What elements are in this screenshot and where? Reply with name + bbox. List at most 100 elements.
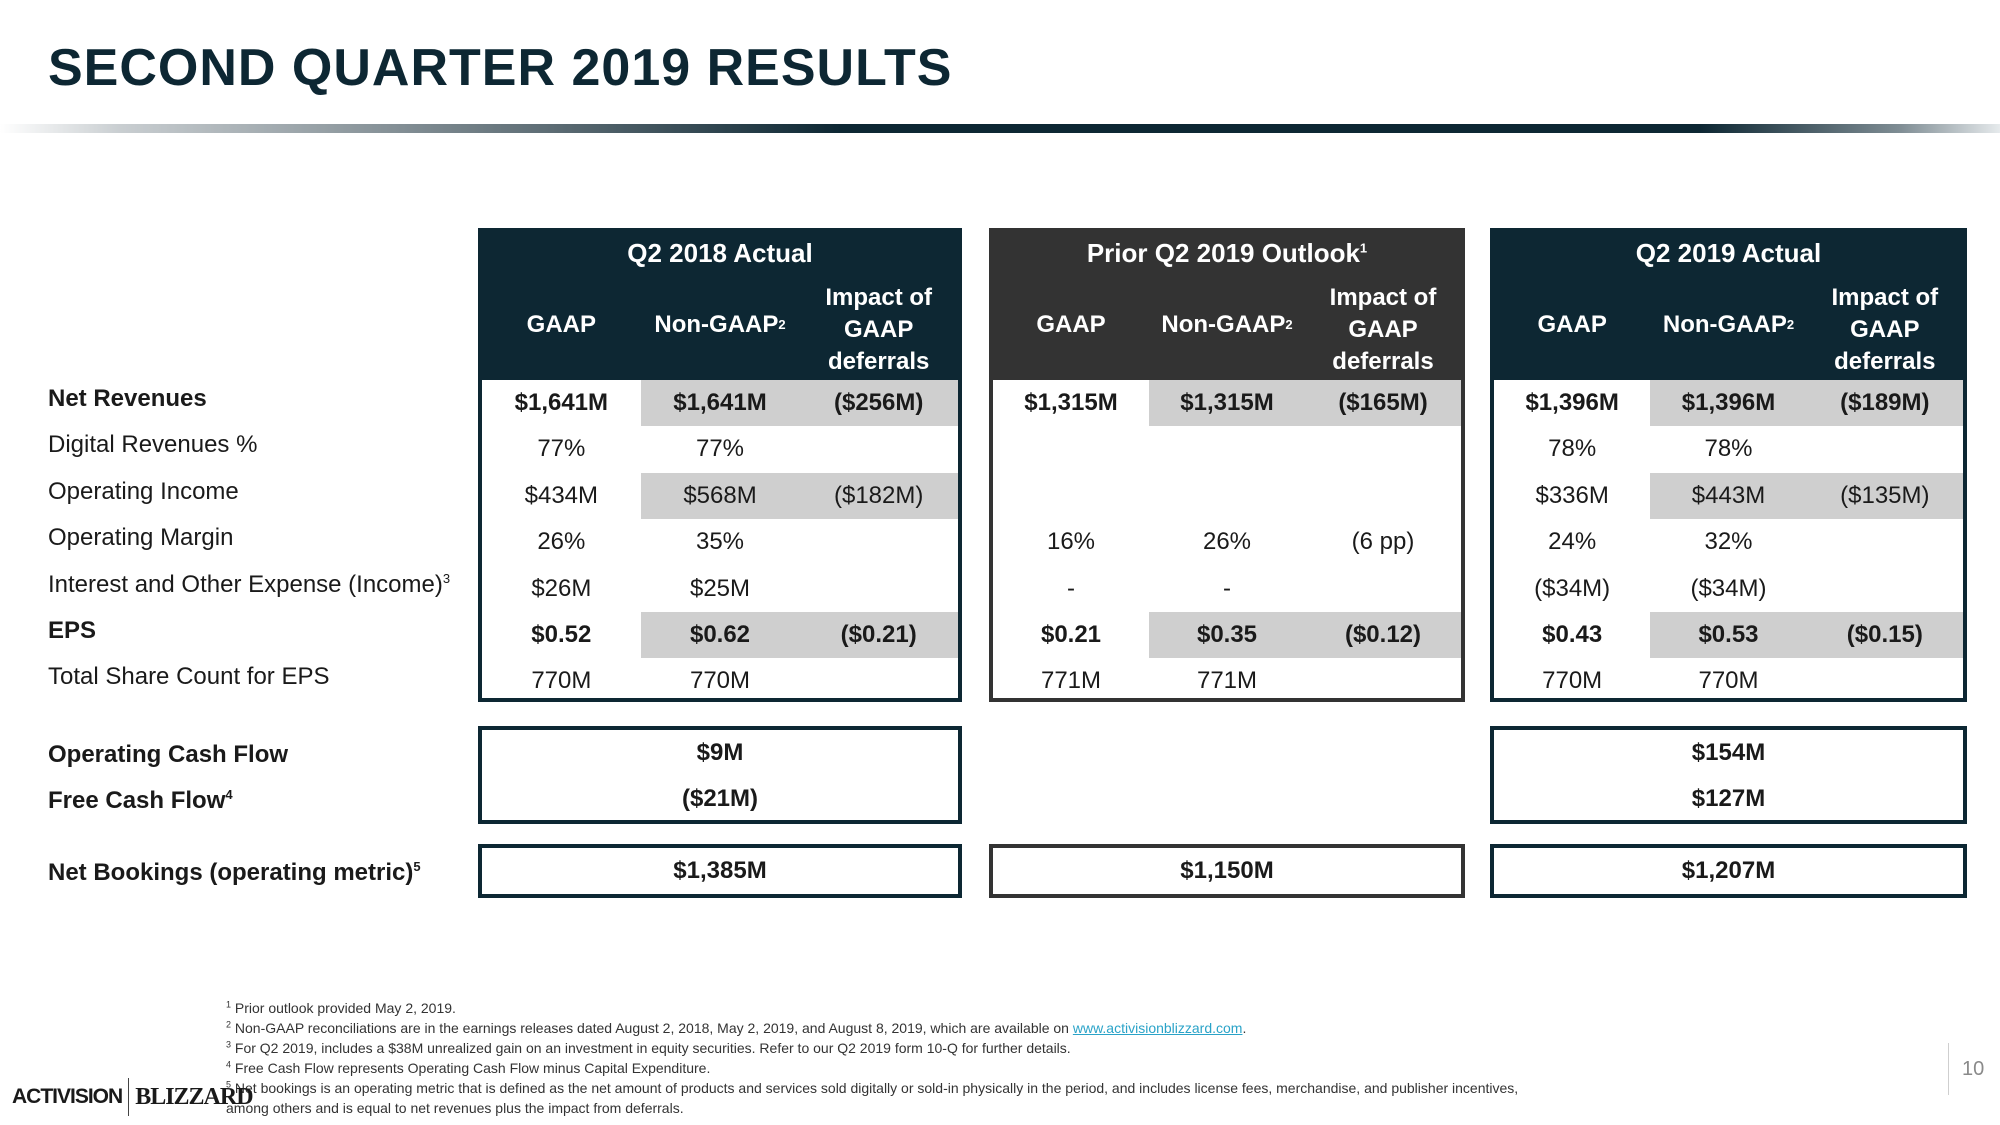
net-bookings-box-q2-2019: $1,207M <box>1490 844 1967 898</box>
table-cell: $25M <box>689 574 751 602</box>
block-header: Q2 2019 Actual GAAP Non-GAAP 2 Impact of GAAP… <box>1494 232 1963 380</box>
table-cell: ($0.21) <box>799 611 959 659</box>
column-header-gaap: GAAP <box>526 311 596 338</box>
label-free-cash-flow: Free Cash Flow4 <box>48 787 233 814</box>
table-cell: 770M <box>689 667 751 695</box>
table-row: 16% 26% (6 pp) <box>993 519 1461 565</box>
table-row: $1,641M $1,641M ($256M) <box>482 380 959 427</box>
footnote-1: 1 Prior outlook provided May 2, 2019. <box>226 999 456 1016</box>
block-title: Q2 2019 Actual <box>1635 238 1822 268</box>
label-share-count: Total Share Count for EPS <box>48 663 330 691</box>
activision-blizzard-link[interactable]: www.activisionblizzard.com <box>1073 1020 1243 1036</box>
table-cell <box>1305 566 1461 612</box>
net-bookings-box-outlook: $1,150M <box>989 844 1465 898</box>
column-header-impact: Impact of GAAP deferrals <box>1329 284 1437 375</box>
table-cell <box>799 426 958 472</box>
label-operating-margin: Operating Margin <box>48 524 234 552</box>
table-cell: ($135M) <box>1806 472 1963 520</box>
label-net-bookings: Net Bookings (operating metric)5 <box>48 859 421 886</box>
table-row <box>993 473 1461 519</box>
block-title: Prior Q2 2019 Outlook1 <box>1086 238 1368 268</box>
table-cell: 771M <box>1040 667 1102 695</box>
table-cell <box>993 473 1149 519</box>
table-row: 771M 771M <box>993 658 1461 704</box>
table-cell: 32% <box>1704 528 1753 556</box>
table-cell: 16% <box>1046 528 1096 556</box>
table-cell: 78% <box>1548 435 1597 463</box>
page-number-divider <box>1948 1043 1949 1095</box>
table-row: 24% 32% <box>1494 519 1963 565</box>
table-row: 78% 78% <box>1494 426 1963 472</box>
logo-divider <box>128 1078 130 1116</box>
footnotes: 1 Prior outlook provided May 2, 2019. 2 … <box>226 998 1518 1118</box>
table-cell: $1,641M <box>514 389 609 416</box>
table-row: $0.21 $0.35 ($0.12) <box>993 611 1461 659</box>
cash-flow-box-q2-2019: $154M $127M <box>1490 726 1967 824</box>
table-cell <box>1149 473 1305 519</box>
table-cell: 26% <box>1202 528 1252 556</box>
table-cell: 77% <box>537 435 586 463</box>
table-cell: - <box>1223 574 1231 602</box>
table-cell: $434M <box>524 481 599 509</box>
table-cell: $1,315M <box>1024 389 1118 416</box>
table-cell: ($182M) <box>799 472 959 520</box>
free-cash-flow-value: ($21M) <box>681 785 759 812</box>
footnote-4: 4 Free Cash Flow represents Operating Ca… <box>226 1059 711 1076</box>
block-q2-2018-actual: Q2 2018 Actual GAAP Non-GAAP 2 Impact of GAAP… <box>478 228 962 702</box>
table-cell: 770M <box>1698 667 1759 695</box>
cash-flow-box-q2-2018: $9M ($21M) <box>478 726 962 824</box>
table-cell <box>1807 658 1963 704</box>
column-header-non-gaap: Non-GAAP 2 <box>1161 311 1293 338</box>
table-cell: ($256M) <box>799 380 959 427</box>
table-row: $0.52 $0.62 ($0.21) <box>482 611 959 659</box>
footnote-3: 3 For Q2 2019, includes a $38M unrealize… <box>226 1039 1071 1056</box>
table-cell: 77% <box>695 435 745 463</box>
table-cell <box>1149 426 1305 472</box>
label-interest-expense: Interest and Other Expense (Income)3 <box>48 570 451 598</box>
table-cell: (6 pp) <box>1351 528 1415 556</box>
table-cell: ($0.15) <box>1806 611 1963 659</box>
free-cash-flow-value: $127M <box>1691 785 1766 812</box>
table-cell: $1,315M <box>1149 380 1305 427</box>
table-row: $26M $25M <box>482 566 958 612</box>
row-labels: Net Revenues Digital Revenues % Operatin… <box>48 376 478 701</box>
operating-cash-flow-value: $9M <box>696 739 744 766</box>
activision-wordmark: ACTIVISION <box>12 1085 123 1108</box>
footnote-2: 2 Non-GAAP reconciliations are in the ea… <box>226 1019 1247 1036</box>
table-cell: 35% <box>695 528 745 556</box>
table-cell: 771M <box>1196 667 1258 695</box>
table-cell <box>1305 658 1461 704</box>
table-row: 770M 770M <box>1494 658 1963 704</box>
net-bookings-value: $1,385M <box>673 857 767 884</box>
column-header-non-gaap: Non-GAAP 2 <box>654 311 786 338</box>
blizzard-wordmark: BLIZZARD <box>135 1083 253 1110</box>
table-row: 77% 77% <box>482 426 958 472</box>
table-row: $0.43 $0.53 ($0.15) <box>1494 611 1963 659</box>
block-title: Q2 2018 Actual <box>627 238 813 268</box>
column-header-impact: Impact of GAAP deferrals <box>825 284 933 375</box>
label-operating-cash-flow: Operating Cash Flow <box>48 741 289 768</box>
table-cell <box>1807 566 1963 612</box>
table-row: $336M $443M ($135M) <box>1494 472 1963 520</box>
footnote-5-continued: among others and is equal to net revenue… <box>226 1100 684 1116</box>
operating-cash-flow-value: $154M <box>1691 739 1766 766</box>
table-row: 770M 770M <box>482 658 958 704</box>
table-cell: - <box>1067 574 1075 602</box>
table-cell <box>799 658 958 704</box>
label-net-revenues: Net Revenues <box>48 385 207 412</box>
table-cell: 770M <box>1542 667 1603 695</box>
table-cell <box>799 566 958 612</box>
column-header-gaap: GAAP <box>1537 311 1607 338</box>
block-header: Q2 2018 Actual GAAP Non-GAAP 2 Impact of GAAP… <box>482 232 958 380</box>
table-cell: $1,641M <box>640 380 800 427</box>
table-cell: $568M <box>640 472 800 520</box>
table-cell: $0.52 <box>531 620 592 648</box>
block-header: Prior Q2 2019 Outlook1 GAAP Non-GAAP 2 Impac… <box>993 232 1461 380</box>
page-title: SECOND QUARTER 2019 RESULTS <box>48 39 953 97</box>
table-cell: $0.43 <box>1542 620 1603 648</box>
table-cell: $1,396M <box>1525 389 1619 416</box>
table-cell: $1,396M <box>1650 380 1807 427</box>
table-cell <box>1807 426 1963 472</box>
table-cell: 26% <box>537 528 586 556</box>
net-bookings-box-q2-2018: $1,385M <box>478 844 962 898</box>
